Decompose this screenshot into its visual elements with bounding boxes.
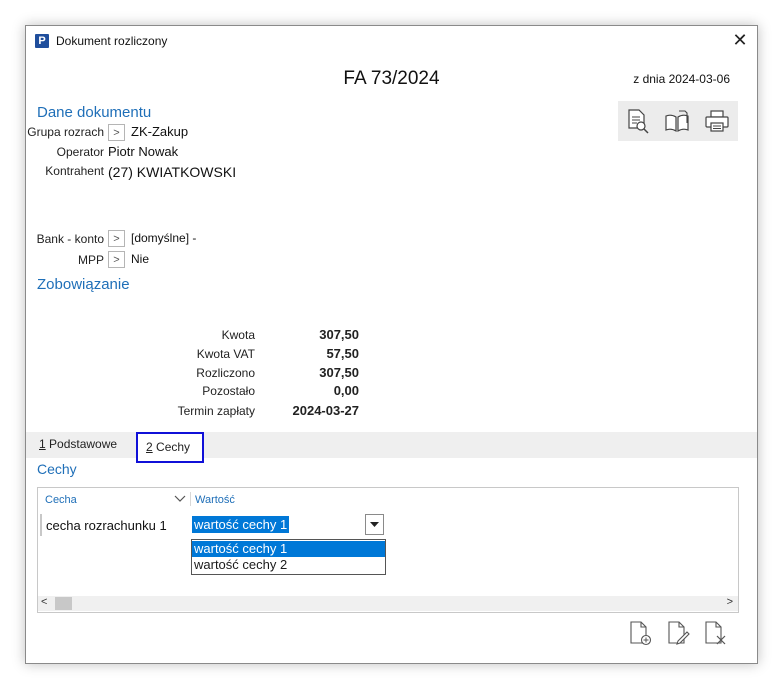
tab-cechy[interactable]: 2 Cechy xyxy=(136,432,204,463)
scroll-left-arrow[interactable]: < xyxy=(41,596,47,608)
combobox-selected-value: wartość cechy 1 xyxy=(192,516,290,533)
row-indicator xyxy=(40,514,42,536)
bank-label: Bank - konto xyxy=(36,232,104,246)
dropdown-list: wartość cechy 1 wartość cechy 2 xyxy=(191,539,386,575)
column-header-cecha[interactable]: Cecha xyxy=(45,494,77,506)
chevron-down-icon[interactable] xyxy=(174,494,186,504)
bank-select-button[interactable]: > xyxy=(108,230,125,247)
delete-document-icon[interactable] xyxy=(702,620,728,646)
preview-document-icon[interactable] xyxy=(624,108,650,134)
termin-label: Termin zapłaty xyxy=(177,404,255,418)
toolbar xyxy=(618,101,738,141)
app-logo-icon: P xyxy=(35,34,49,48)
kwota-vat-label: Kwota VAT xyxy=(196,347,255,361)
pozostalo-value: 0,00 xyxy=(333,383,359,398)
grupa-select-button[interactable]: > xyxy=(108,124,125,141)
dropdown-option[interactable]: wartość cechy 2 xyxy=(192,557,385,573)
wartosc-combobox[interactable]: wartość cechy 1 xyxy=(192,514,384,535)
kontrahent-label: Kontrahent xyxy=(45,164,104,178)
add-document-icon[interactable] xyxy=(627,620,653,646)
section-title-dane: Dane dokumentu xyxy=(37,104,152,121)
document-date: z dnia 2024-03-06 xyxy=(633,72,730,86)
kwota-value: 307,50 xyxy=(319,327,359,342)
kwota-label: Kwota xyxy=(221,328,255,342)
column-divider xyxy=(190,492,191,506)
termin-value: 2024-03-27 xyxy=(292,403,360,418)
dropdown-button[interactable] xyxy=(365,514,384,535)
dropdown-option[interactable]: wartość cechy 1 xyxy=(192,541,385,557)
window-title: Dokument rozliczony xyxy=(56,34,168,48)
mpp-select-button[interactable]: > xyxy=(108,251,125,268)
scroll-thumb[interactable] xyxy=(55,597,72,610)
cell-cecha[interactable]: cecha rozrachunku 1 xyxy=(46,518,167,533)
section-title-cechy: Cechy xyxy=(37,461,77,477)
edit-document-icon[interactable] xyxy=(665,620,691,646)
kontrahent-value: (27) KWIATKOWSKI xyxy=(108,164,237,180)
tab-bar: 1 Podstawowe 2 Cechy xyxy=(26,432,757,463)
bank-value: [domyślne] - xyxy=(131,231,197,245)
print-icon[interactable] xyxy=(704,108,730,134)
attributes-grid: Cecha Wartość cecha rozrachunku 1 wartoś… xyxy=(37,487,739,613)
tab-podstawowe-key: 1 xyxy=(39,437,46,451)
column-header-wartosc[interactable]: Wartość xyxy=(195,494,235,506)
scroll-right-arrow[interactable]: > xyxy=(727,596,733,608)
tab-cechy-label: Cechy xyxy=(152,440,191,454)
grupa-value: ZK-Zakup xyxy=(131,124,189,139)
pozostalo-label: Pozostało xyxy=(202,384,255,398)
tab-podstawowe[interactable]: 1 Podstawowe xyxy=(39,432,117,458)
section-title-zobowiazanie: Zobowiązanie xyxy=(37,276,130,293)
title-bar: P Dokument rozliczony ✕ xyxy=(26,26,757,56)
horizontal-scrollbar[interactable]: < > xyxy=(38,596,738,611)
open-book-icon[interactable] xyxy=(664,108,690,134)
grupa-label: Grupa rozrach xyxy=(27,125,104,139)
mpp-value: Nie xyxy=(131,252,150,266)
operator-label: Operator xyxy=(56,145,104,159)
dialog-window: P Dokument rozliczony ✕ FA 73/2024 z dni… xyxy=(25,25,758,664)
rozliczono-value: 307,50 xyxy=(319,365,359,380)
close-button[interactable]: ✕ xyxy=(729,30,751,52)
mpp-label: MPP xyxy=(77,253,104,267)
operator-value: Piotr Nowak xyxy=(108,144,179,159)
kwota-vat-value: 57,50 xyxy=(326,346,359,361)
tab-cechy-key: 2 xyxy=(146,440,153,454)
tab-podstawowe-label: Podstawowe xyxy=(45,437,118,451)
triangle-down-icon xyxy=(370,521,379,527)
rozliczono-label: Rozliczono xyxy=(196,366,255,380)
